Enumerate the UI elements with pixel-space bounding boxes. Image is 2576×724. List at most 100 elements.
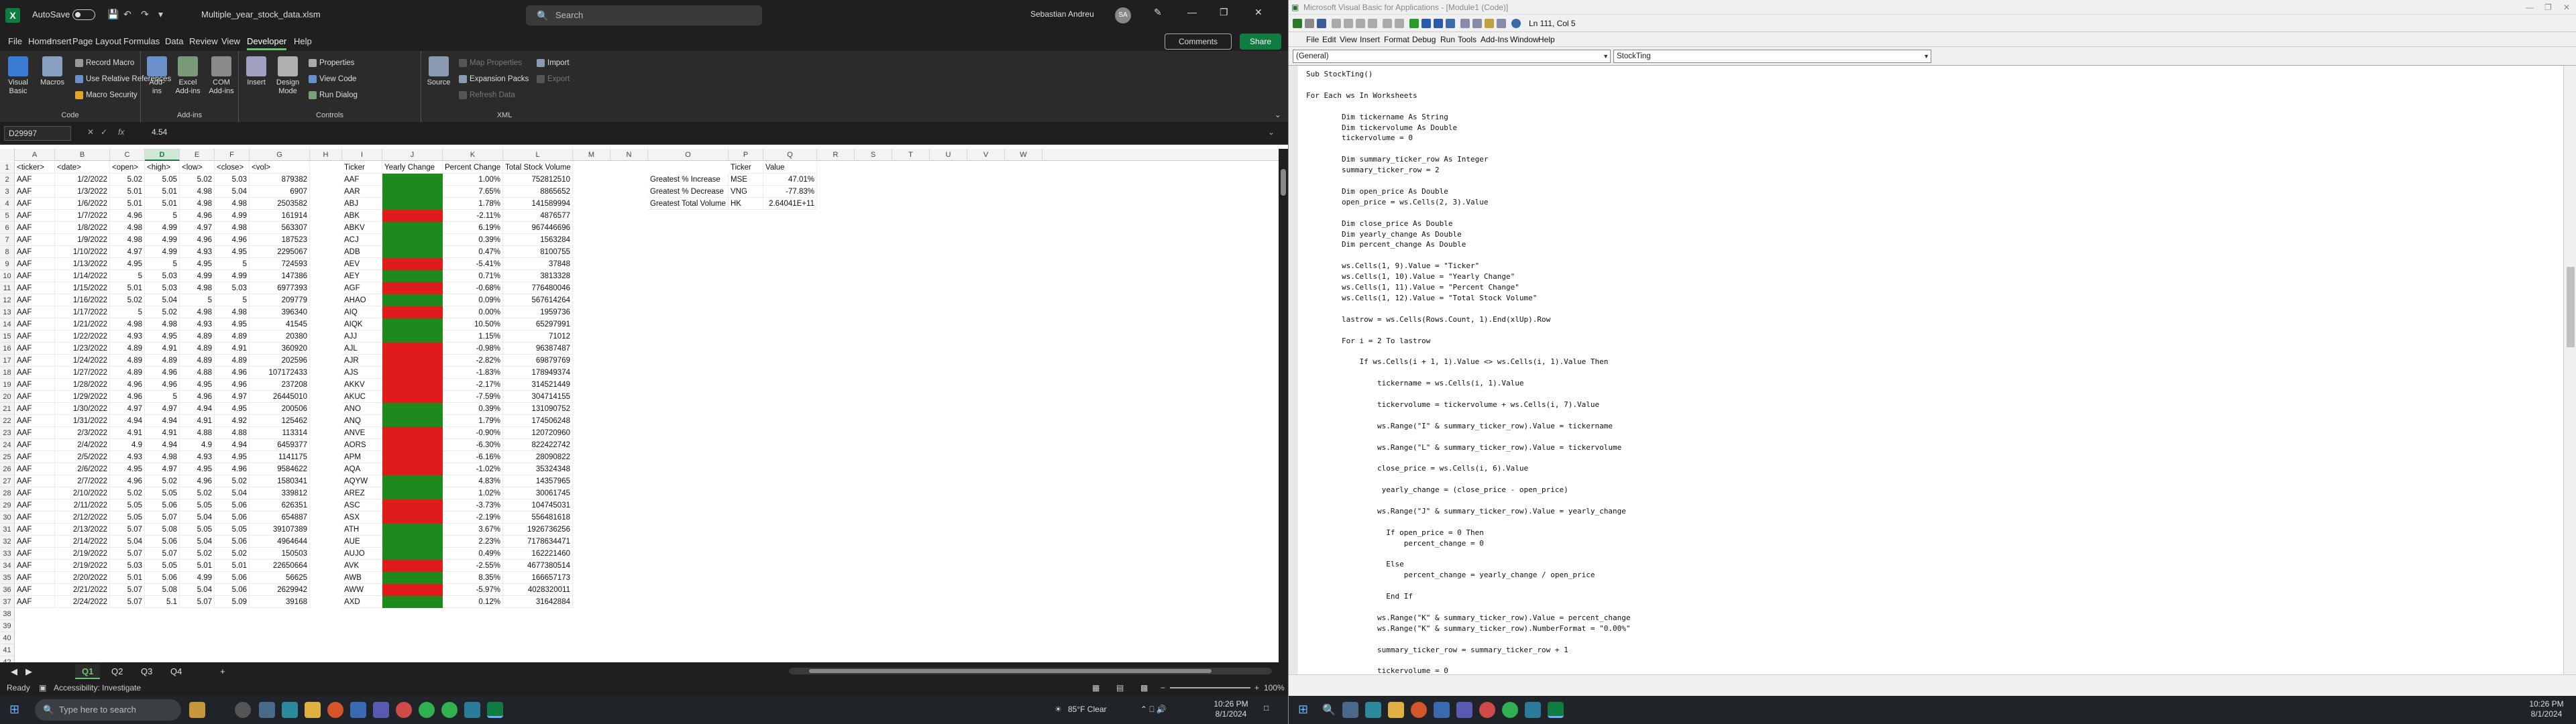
task-view-icon[interactable] — [259, 702, 275, 718]
vba-help-icon[interactable] — [1511, 19, 1521, 28]
table-cell[interactable]: 1/27/2022 — [55, 367, 110, 379]
taskbar-search[interactable]: 🔍 Type here to search — [35, 699, 181, 721]
table-cell[interactable]: 4.95 — [180, 463, 215, 475]
table-cell[interactable]: AAF — [15, 511, 55, 524]
table-cell[interactable]: 4.88 — [180, 427, 215, 439]
teams-icon[interactable] — [1456, 702, 1472, 718]
task-view-icon[interactable] — [1342, 702, 1358, 718]
zoom-level[interactable]: 100% — [1264, 683, 1285, 692]
table-cell[interactable]: 4.93 — [180, 246, 215, 258]
table-cell[interactable]: AUJO — [342, 548, 382, 560]
table-cell[interactable]: 4.89 — [110, 343, 145, 355]
table-cell[interactable]: 4.97 — [145, 463, 180, 475]
table-cell[interactable]: 5.04 — [215, 186, 250, 198]
table-cell[interactable]: 5.02 — [110, 294, 145, 306]
table-cell[interactable]: 4.89 — [180, 355, 215, 367]
table-cell[interactable]: AAR — [342, 186, 382, 198]
tab-developer[interactable]: Developer — [247, 36, 287, 50]
code-line[interactable]: ws.Range("L" & summary_ticker_row).Value… — [1306, 443, 1621, 452]
column-header-k[interactable]: K — [443, 149, 503, 161]
yearly-change-cell[interactable] — [382, 234, 443, 246]
run-dialog-button[interactable]: Run Dialog — [309, 91, 358, 99]
table-cell[interactable]: 107172433 — [250, 367, 310, 379]
table-cell[interactable]: 4.9 — [180, 439, 215, 451]
column-header-w[interactable]: W — [1005, 149, 1042, 161]
cortana-icon[interactable] — [235, 702, 251, 718]
table-cell[interactable]: 6977393 — [250, 282, 310, 294]
summary-cell[interactable]: Greatest % Decrease — [648, 186, 729, 198]
code-line[interactable]: Dim close_price As Double — [1306, 219, 1453, 228]
table-cell[interactable]: AAF — [15, 451, 55, 463]
table-cell[interactable]: 1/21/2022 — [55, 318, 110, 330]
sheet-tab-q4[interactable]: Q4 — [164, 664, 189, 679]
worksheet-grid[interactable]: ABCDEFGHIJKLMNOPQRSTUVW 1 2 3 4 5 6 7 8 9 10 11 12 1… — [0, 149, 1279, 662]
column-header-o[interactable]: O — [648, 149, 729, 161]
table-cell[interactable]: AORS — [342, 439, 382, 451]
table-cell[interactable]: AAF — [15, 415, 55, 427]
table-cell[interactable]: 1/17/2022 — [55, 306, 110, 318]
table-cell[interactable]: 4.98 — [145, 451, 180, 463]
table-cell[interactable]: 4.93 — [180, 451, 215, 463]
row-header[interactable]: 13 — [0, 306, 15, 318]
row-header[interactable]: 16 — [0, 343, 15, 355]
table-cell[interactable]: AUE — [342, 536, 382, 548]
row-header[interactable]: 31 — [0, 524, 15, 536]
table-cell[interactable]: 1/23/2022 — [55, 343, 110, 355]
yearly-change-cell[interactable] — [382, 524, 443, 536]
table-cell[interactable]: 104745031 — [503, 499, 573, 511]
table-cell[interactable]: 5.04 — [110, 536, 145, 548]
table-cell[interactable]: 5.02 — [145, 306, 180, 318]
table-cell[interactable]: 1.78% — [443, 198, 503, 210]
table-cell[interactable]: 5.05 — [145, 174, 180, 186]
restore-icon[interactable]: ❐ — [1220, 7, 1228, 18]
whatsapp-icon[interactable] — [1502, 702, 1518, 718]
table-cell[interactable]: -7.59% — [443, 391, 503, 403]
table-cell[interactable]: 5 — [180, 294, 215, 306]
table-cell[interactable]: 0.00% — [443, 306, 503, 318]
import-button[interactable]: Import — [537, 59, 570, 67]
table-cell[interactable]: 4.96 — [180, 391, 215, 403]
row-header[interactable]: 3 — [0, 186, 15, 198]
table-cell[interactable]: 5.07 — [110, 524, 145, 536]
row-header[interactable]: 5 — [0, 210, 15, 222]
table-cell[interactable]: 7.65% — [443, 186, 503, 198]
table-cell[interactable]: ABKV — [342, 222, 382, 234]
page-break-view-icon[interactable]: ▩ — [1140, 683, 1148, 692]
table-cell[interactable]: 1/15/2022 — [55, 282, 110, 294]
table-cell[interactable]: 4.95 — [110, 258, 145, 270]
row-header[interactable]: 30 — [0, 511, 15, 524]
table-cell[interactable]: 4.89 — [215, 330, 250, 343]
header-cell[interactable]: <high> — [145, 162, 180, 174]
row-header[interactable]: 15 — [0, 330, 15, 343]
table-cell[interactable]: 5.02 — [110, 487, 145, 499]
vba-minimize-icon[interactable]: — — [2526, 3, 2534, 12]
yearly-change-cell[interactable] — [382, 318, 443, 330]
table-cell[interactable]: ASC — [342, 499, 382, 511]
summary-cell[interactable]: 47.01% — [763, 174, 817, 186]
table-cell[interactable]: 4.89 — [110, 367, 145, 379]
yearly-change-cell[interactable] — [382, 367, 443, 379]
table-cell[interactable]: 1.00% — [443, 174, 503, 186]
table-cell[interactable]: 4.94 — [145, 439, 180, 451]
header-cell[interactable]: Percent Change — [443, 162, 503, 174]
table-cell[interactable]: 5.01 — [215, 560, 250, 572]
code-editor[interactable]: Sub StockTing() For Each ws In Worksheets… — [1289, 66, 2563, 675]
addins-button[interactable]: Add-ins — [145, 56, 169, 96]
table-cell[interactable]: 724593 — [250, 258, 310, 270]
table-cell[interactable]: 626351 — [250, 499, 310, 511]
table-cell[interactable]: -2.55% — [443, 560, 503, 572]
table-cell[interactable]: 4.97 — [180, 222, 215, 234]
table-cell[interactable]: AIQ — [342, 306, 382, 318]
save-icon[interactable]: 💾 — [107, 9, 119, 20]
table-cell[interactable]: 30061745 — [503, 487, 573, 499]
table-cell[interactable]: AJL — [342, 343, 382, 355]
yearly-change-cell[interactable] — [382, 487, 443, 499]
table-cell[interactable]: 4.89 — [180, 330, 215, 343]
row-header[interactable]: 25 — [0, 451, 15, 463]
yearly-change-cell[interactable] — [382, 536, 443, 548]
row-header[interactable]: 12 — [0, 294, 15, 306]
yearly-change-cell[interactable] — [382, 379, 443, 391]
table-cell[interactable]: 5.06 — [215, 536, 250, 548]
table-cell[interactable]: 65297991 — [503, 318, 573, 330]
table-cell[interactable]: 4.98 — [145, 318, 180, 330]
